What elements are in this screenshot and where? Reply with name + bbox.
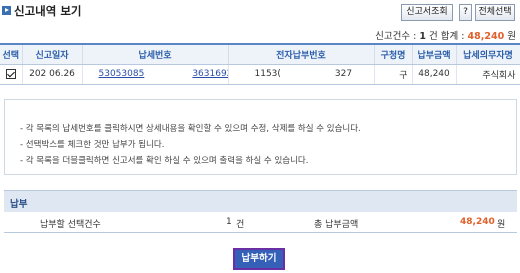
select-all-button[interactable]: 전체선택 [475, 4, 515, 21]
column-header-taxpayer: 납세의무자명 [456, 43, 520, 65]
page-title: 신고내역 보기 [14, 4, 82, 18]
column-header-select: 선택 [0, 43, 23, 65]
note-line: - 각 목록의 납세번호를 클릭하시면 상세내용을 확인할 수 있으며 수정, … [20, 124, 361, 134]
title-bar: 신고내역 보기 신고서조회 ? 전체선택 [0, 0, 520, 24]
row-office: 구 [374, 64, 413, 85]
selected-count-value: 1 [226, 217, 232, 227]
note-line: - 각 목록을 더블클릭하면 신고서를 확인 하실 수 있으며 출력을 하실 수… [20, 156, 309, 166]
note-line: - 선택박스를 체크한 것만 납부가 됩니다. [20, 140, 165, 150]
payment-section-header: 납부 [4, 190, 517, 212]
selected-count-label: 납부할 선택건수 [40, 220, 101, 230]
total-amount-label: 총 납부금액 [314, 220, 359, 230]
row-epay-number-start: 1153( [254, 69, 281, 79]
row-checkbox-cell [0, 64, 23, 85]
row-epay-number-end: 327 [334, 69, 353, 79]
summary-total-unit: 원 [507, 31, 516, 42]
summary-count-unit: 건 합계 : [429, 31, 465, 42]
total-amount-value: 48,240 [460, 217, 495, 227]
declaration-table: 선택 신고일자 납세번호 전자납부번호 구청명 납부금액 납세의무자명 202 … [0, 43, 520, 85]
column-header-date: 신고일자 [22, 43, 83, 65]
table-header-row: 선택 신고일자 납세번호 전자납부번호 구청명 납부금액 납세의무자명 [0, 43, 520, 65]
pay-button[interactable]: 납부하기 [233, 248, 285, 270]
summary-line: 신고건수 : 1 건 합계 : 48,240 원 [375, 28, 516, 42]
row-epay-number: 1153( 327 [228, 64, 375, 85]
arrow-right-icon [2, 6, 11, 15]
row-taxpayer: 주식회사 [456, 64, 520, 85]
summary-total: 48,240 [467, 31, 505, 42]
column-header-epay-number: 전자납부번호 [228, 43, 375, 65]
total-amount-unit: 원 [497, 220, 506, 230]
table-row[interactable]: 202 06.26 53053085 36316920 1153( 327 구 48… [0, 64, 520, 85]
summary-count-label: 신고건수 : [375, 31, 417, 42]
column-header-office: 구청명 [374, 43, 413, 65]
notes-box: - 각 목록의 납세번호를 클릭하시면 상세내용을 확인할 수 있으며 수정, … [4, 99, 517, 175]
lookup-button[interactable]: 신고서조회 [401, 4, 453, 21]
column-header-tax-number: 납세번호 [82, 43, 229, 65]
selected-count-unit: 건 [236, 220, 245, 230]
summary-count: 1 [419, 31, 427, 42]
payment-section-title: 납부 [10, 199, 28, 210]
row-checkbox[interactable] [5, 68, 16, 79]
row-date: 202 06.26 [22, 64, 83, 85]
payment-summary-row: 납부할 선택건수 1 건 총 납부금액 48,240 원 [4, 212, 517, 233]
row-amount: 48,240 [412, 64, 457, 85]
column-header-amount: 납부금액 [412, 43, 457, 65]
help-button[interactable]: ? [459, 4, 472, 21]
row-tax-number-end: 36316920 [192, 69, 227, 79]
row-tax-number-link[interactable]: 53053085 36316920 [82, 64, 229, 85]
row-tax-number-start: 53053085 [98, 69, 145, 79]
